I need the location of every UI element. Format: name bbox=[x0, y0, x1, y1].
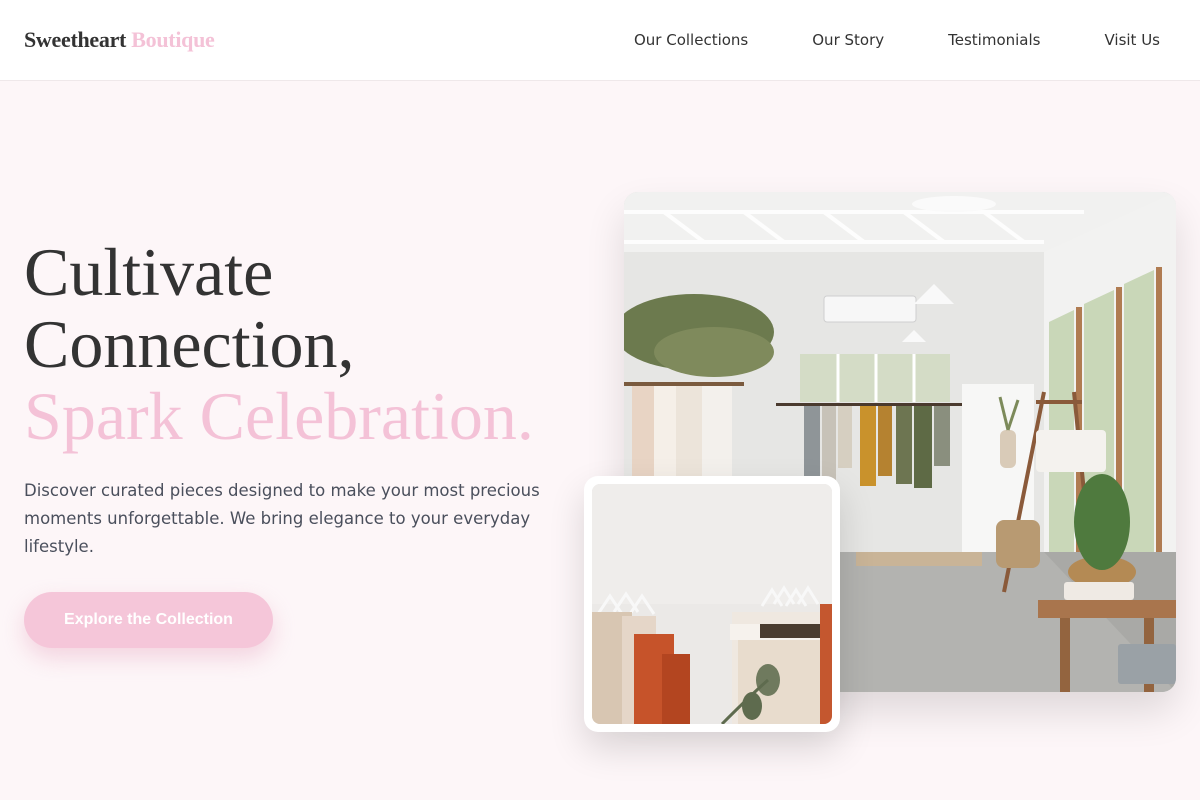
explore-collection-button[interactable]: Explore the Collection bbox=[24, 592, 273, 648]
hero-title-line-3: Spark Celebration. bbox=[24, 378, 534, 454]
site-header: Sweetheart Boutique Our Collections Our … bbox=[0, 0, 1200, 81]
brand-accent: Boutique bbox=[131, 27, 215, 52]
hero-description: Discover curated pieces designed to make… bbox=[24, 481, 540, 556]
clothing-rack-image bbox=[592, 484, 832, 724]
brand-name: Sweetheart bbox=[24, 27, 127, 52]
brand-logo[interactable]: Sweetheart Boutique bbox=[24, 27, 215, 53]
inset-photo-frame bbox=[584, 476, 840, 732]
hero-title-line-2: Connection, bbox=[24, 306, 355, 382]
hero-title-line-1: Cultivate bbox=[24, 234, 274, 310]
nav-item-collections[interactable]: Our Collections bbox=[634, 31, 748, 49]
main-nav: Our Collections Our Story Testimonials V… bbox=[570, 31, 1160, 49]
hero-title: Cultivate Connection, Spark Celebration. bbox=[24, 236, 534, 452]
nav-item-visit[interactable]: Visit Us bbox=[1104, 31, 1160, 49]
nav-item-story[interactable]: Our Story bbox=[812, 31, 884, 49]
nav-item-testimonials[interactable]: Testimonials bbox=[948, 31, 1040, 49]
